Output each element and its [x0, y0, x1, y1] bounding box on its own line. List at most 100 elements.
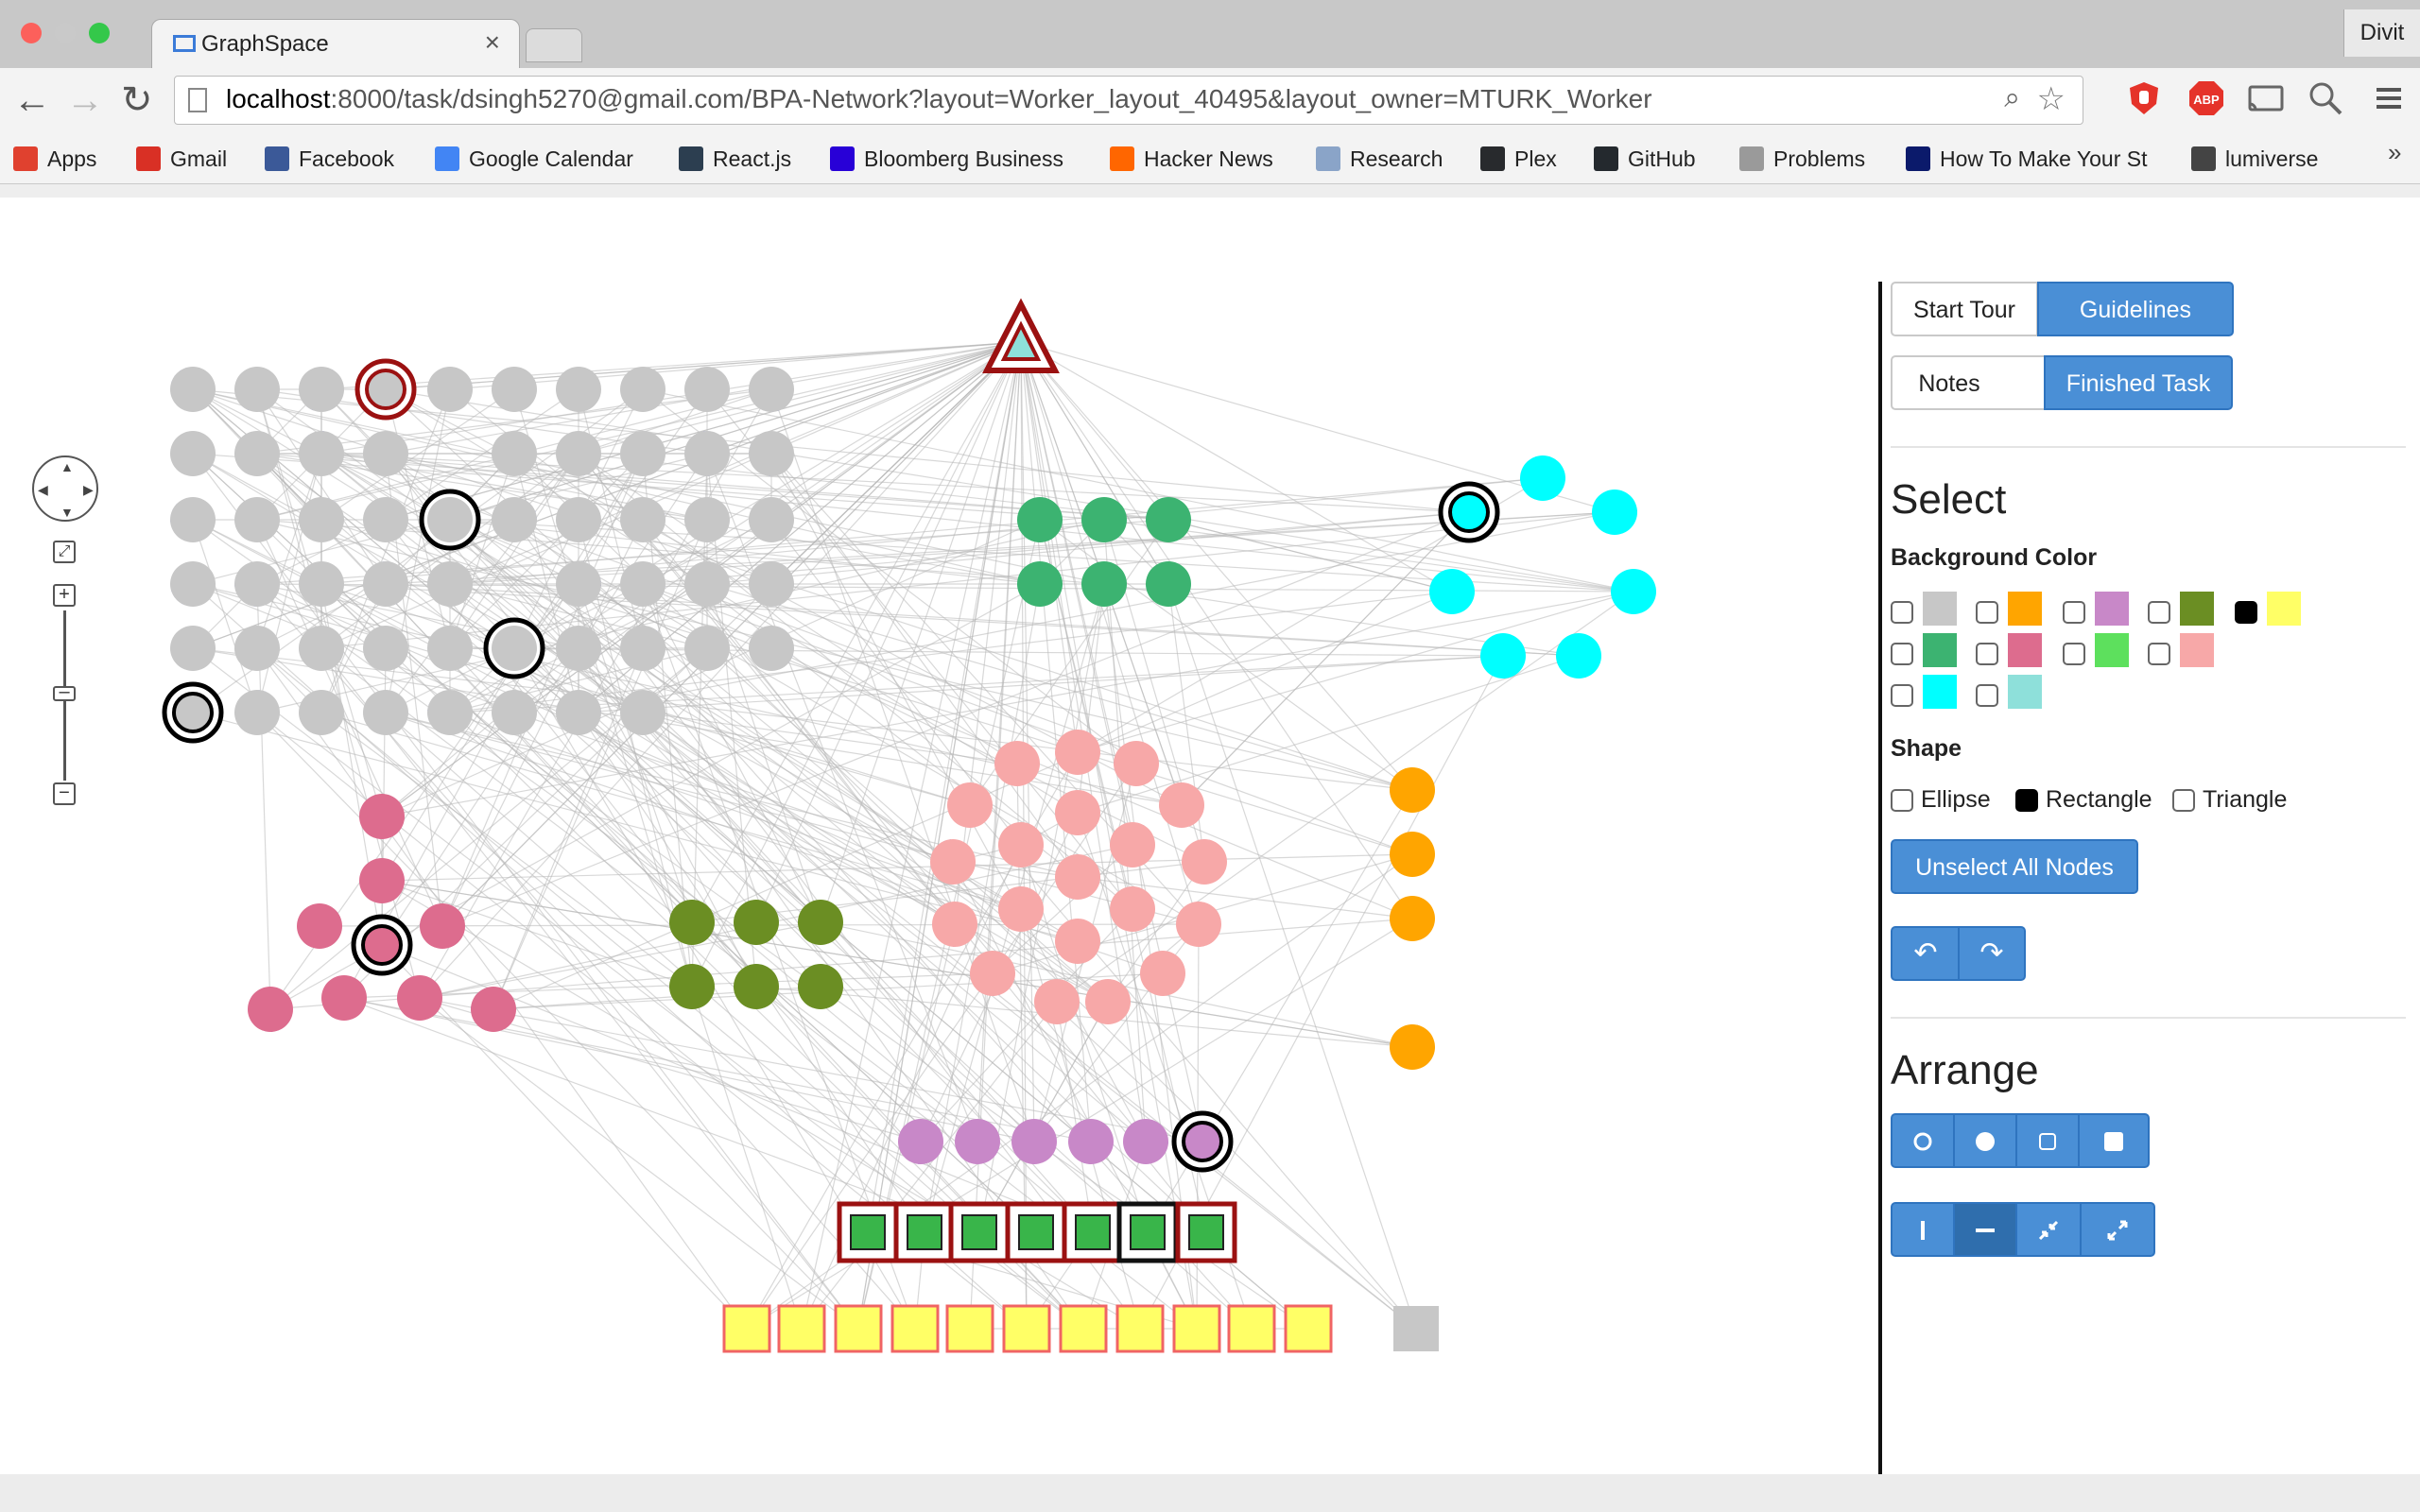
graph-node[interactable]: [359, 794, 405, 839]
graph-node[interactable]: [172, 692, 214, 733]
graph-node[interactable]: [798, 964, 843, 1009]
graph-node[interactable]: [556, 561, 601, 607]
back-icon[interactable]: ←: [13, 79, 51, 121]
graph-node[interactable]: [427, 690, 473, 735]
zoom-slider-handle[interactable]: –: [53, 682, 76, 701]
graph-node[interactable]: [1140, 951, 1185, 996]
graph-node[interactable]: [170, 626, 216, 671]
undo-button[interactable]: ↶: [1891, 926, 1961, 981]
graph-node[interactable]: [556, 431, 601, 476]
graph-node[interactable]: [749, 497, 794, 542]
color-checkbox[interactable]: [2235, 601, 2257, 624]
color-checkbox[interactable]: [1976, 643, 1998, 665]
graph-node[interactable]: [1017, 497, 1063, 542]
arrange-grid-button[interactable]: [2015, 1113, 2080, 1168]
zoom-in-icon[interactable]: +: [53, 584, 76, 607]
arrange-filled-grid-button[interactable]: [2078, 1113, 2150, 1168]
graph-node[interactable]: [427, 561, 473, 607]
guidelines-button[interactable]: Guidelines: [2037, 282, 2234, 336]
graph-node[interactable]: [1085, 979, 1131, 1024]
graph-node[interactable]: [234, 690, 280, 735]
graph-node[interactable]: [234, 497, 280, 542]
graph-node[interactable]: [684, 367, 730, 412]
graph-node[interactable]: [1448, 491, 1490, 533]
graph-node[interactable]: [1110, 822, 1155, 868]
graph-node[interactable]: [1390, 832, 1435, 877]
graph-node[interactable]: [998, 822, 1044, 868]
graph-node[interactable]: [620, 626, 666, 671]
bookmark-hacker-news[interactable]: Hacker News: [1110, 140, 1273, 178]
start-tour-button[interactable]: Start Tour: [1891, 282, 2038, 336]
rectangle-checkbox[interactable]: [2015, 788, 2038, 812]
graph-node[interactable]: [1068, 1119, 1114, 1164]
graph-node[interactable]: [1592, 490, 1637, 535]
graph-node[interactable]: [248, 987, 293, 1032]
bookmark-research[interactable]: Research: [1316, 140, 1443, 178]
graph-node[interactable]: [734, 900, 779, 945]
graph-node[interactable]: [749, 431, 794, 476]
graph-node[interactable]: [1055, 790, 1100, 835]
graph-node[interactable]: [1115, 1304, 1165, 1353]
horizontal-align-button[interactable]: [1953, 1202, 2017, 1257]
graph-node[interactable]: [898, 1119, 943, 1164]
notes-button[interactable]: Notes: [1891, 355, 2046, 410]
color-checkbox[interactable]: [2148, 601, 2170, 624]
graph-node[interactable]: [947, 782, 993, 828]
graph-node[interactable]: [1002, 1304, 1051, 1353]
graph-node[interactable]: [234, 367, 280, 412]
graph-node[interactable]: [556, 690, 601, 735]
color-checkbox[interactable]: [1891, 601, 1913, 624]
triangle-checkbox[interactable]: [2172, 788, 2195, 812]
forward-icon[interactable]: →: [66, 79, 104, 121]
bookmark-problems[interactable]: Problems: [1739, 140, 1865, 178]
graph-node[interactable]: [1182, 839, 1227, 885]
graph-node[interactable]: [998, 886, 1044, 932]
graph-node[interactable]: [492, 367, 537, 412]
graph-node[interactable]: [1146, 561, 1191, 607]
graph-node[interactable]: [749, 626, 794, 671]
graph-node[interactable]: [620, 561, 666, 607]
bookmark-github[interactable]: GitHub: [1594, 140, 1696, 178]
graph-node[interactable]: [1520, 455, 1565, 501]
bookmark-plex[interactable]: Plex: [1480, 140, 1557, 178]
graph-node[interactable]: [299, 561, 344, 607]
graph-node[interactable]: [1114, 741, 1159, 786]
graph-node[interactable]: [734, 964, 779, 1009]
minimize-window-button[interactable]: [55, 23, 76, 43]
graph-node[interactable]: [669, 900, 715, 945]
graph-node[interactable]: [1611, 569, 1656, 614]
graph-node[interactable]: [427, 497, 473, 542]
graph-node[interactable]: [363, 497, 408, 542]
bookmark-bloomberg-business[interactable]: Bloomberg Business: [830, 140, 1063, 178]
color-checkbox[interactable]: [1976, 684, 1998, 707]
graph-node[interactable]: [1284, 1304, 1333, 1353]
bookmarks-overflow-icon[interactable]: »: [2388, 138, 2401, 167]
new-tab-button[interactable]: [526, 28, 582, 62]
arrange-filled-circle-button[interactable]: [1953, 1113, 2017, 1168]
vertical-align-button[interactable]: [1891, 1202, 1955, 1257]
graph-node[interactable]: [620, 431, 666, 476]
shape-option-ellipse[interactable]: Ellipse: [1891, 786, 1991, 814]
fit-view-icon[interactable]: ⤢: [53, 541, 76, 563]
search-icon[interactable]: ⌕: [2004, 82, 2020, 114]
graph-node[interactable]: [234, 431, 280, 476]
graph-node[interactable]: [321, 975, 367, 1021]
graph-node[interactable]: [397, 975, 442, 1021]
graph-node[interactable]: [492, 497, 537, 542]
graph-node[interactable]: [234, 561, 280, 607]
color-checkbox[interactable]: [2063, 643, 2085, 665]
graph-node[interactable]: [1176, 902, 1221, 947]
graph-node[interactable]: [420, 903, 465, 949]
graph-node[interactable]: [361, 924, 403, 966]
graph-node[interactable]: [1393, 1306, 1439, 1351]
graph-node[interactable]: [471, 987, 516, 1032]
graph-node[interactable]: [556, 626, 601, 671]
graph-node[interactable]: [170, 497, 216, 542]
graph-node[interactable]: [684, 626, 730, 671]
graph-node[interactable]: [834, 1304, 883, 1353]
graph-node[interactable]: [1146, 497, 1191, 542]
graph-node[interactable]: [620, 690, 666, 735]
color-checkbox[interactable]: [1891, 643, 1913, 665]
graph-node[interactable]: [556, 497, 601, 542]
graph-node[interactable]: [1172, 1304, 1221, 1353]
